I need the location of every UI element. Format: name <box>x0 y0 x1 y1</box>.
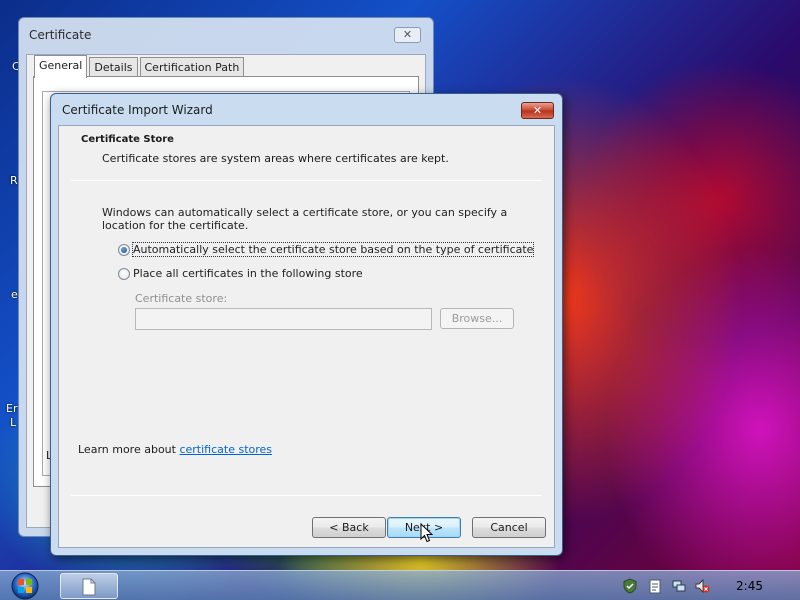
taskbar: 2:45 <box>0 570 800 600</box>
shield-icon[interactable] <box>622 578 638 594</box>
taskbar-app-button[interactable] <box>60 573 118 599</box>
browse-button: Browse... <box>440 308 514 329</box>
mouse-cursor-icon <box>420 523 434 543</box>
certificate-close-button[interactable]: ✕ <box>394 27 421 43</box>
footer-divider <box>71 495 542 496</box>
desktop-icon-label[interactable]: e <box>11 288 18 301</box>
page-description: Certificate stores are system areas wher… <box>102 152 449 165</box>
taskbar-clock[interactable]: 2:45 <box>736 579 763 593</box>
option-auto-select[interactable]: Automatically select the certificate sto… <box>118 242 535 257</box>
radio-auto-select[interactable] <box>118 243 130 256</box>
radio-place-in-store[interactable] <box>118 267 130 280</box>
option-auto-select-label[interactable]: Automatically select the certificate sto… <box>131 242 535 257</box>
certificate-tabs: General Details Certification Path <box>34 55 246 78</box>
certificate-store-field <box>135 308 432 330</box>
option-place-in-store[interactable]: Place all certificates in the following … <box>118 267 363 280</box>
wizard-body: Certificate Store Certificate stores are… <box>58 125 555 548</box>
certificate-window-title: Certificate <box>29 28 92 42</box>
desktop-icon-label[interactable]: L <box>10 416 16 429</box>
wizard-title: Certificate Import Wizard <box>62 103 213 117</box>
back-button[interactable]: < Back <box>312 517 386 538</box>
clipboard-icon[interactable] <box>647 578 663 594</box>
certificate-stores-link[interactable]: certificate stores <box>179 443 272 456</box>
start-orb-icon[interactable] <box>6 570 44 600</box>
network-icon[interactable] <box>671 578 687 594</box>
header-divider <box>71 180 542 181</box>
import-wizard-dialog: Certificate Import Wizard ✕ Certificate … <box>50 93 563 556</box>
tab-general[interactable]: General <box>34 55 88 78</box>
certificate-store-label: Certificate store: <box>135 292 228 305</box>
tab-certification-path[interactable]: Certification Path <box>139 57 245 78</box>
document-icon <box>82 578 96 596</box>
wizard-close-button[interactable]: ✕ <box>521 102 554 119</box>
volume-muted-icon[interactable] <box>694 578 710 594</box>
desktop-icon-label[interactable]: R <box>10 174 18 187</box>
option-place-in-store-label[interactable]: Place all certificates in the following … <box>133 267 363 280</box>
page-title: Certificate Store <box>81 134 174 145</box>
intro-text: Windows can automatically select a certi… <box>102 206 508 232</box>
cancel-button[interactable]: Cancel <box>472 517 546 538</box>
tab-details[interactable]: Details <box>89 57 138 78</box>
learn-more: Learn more about certificate stores <box>78 443 272 456</box>
learn-more-prefix: Learn more about <box>78 443 180 456</box>
desktop-icon-label[interactable]: Er <box>6 402 17 415</box>
